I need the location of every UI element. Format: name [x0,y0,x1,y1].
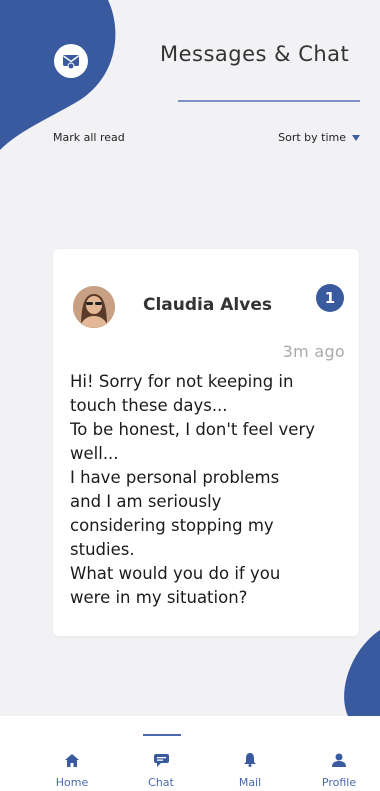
message-card[interactable]: Claudia Alves 1 3m ago Hi! Sorry for not… [53,249,359,636]
message-line: considering stopping my [70,516,274,535]
home-icon [64,752,80,768]
chat-icon [153,752,169,768]
chevron-down-icon [352,135,360,141]
bell-icon [242,752,258,768]
message-time: 3m ago [282,342,345,361]
message-line: studies. [70,540,135,559]
title-underline [178,100,360,102]
mail-notification-icon[interactable] [54,44,88,78]
unread-badge: 1 [316,284,344,312]
mark-all-read-button[interactable]: Mark all read [53,131,125,144]
message-line: were in my situation? [70,588,248,607]
nav-label-mail: Mail [238,776,262,789]
nav-item-chat[interactable]: Chat [126,716,196,791]
message-line: and I am seriously [70,492,222,511]
nav-label-profile: Profile [321,776,357,789]
message-line: Hi! Sorry for not keeping in [70,372,294,391]
nav-item-mail[interactable]: Mail [215,716,285,791]
message-line: well... [70,444,119,463]
nav-label-chat: Chat [148,776,174,789]
message-line: To be honest, I don't feel very [70,420,315,439]
sender-name: Claudia Alves [143,295,272,315]
avatar [73,286,115,328]
messages-screen: Messages & Chat Mark all read Sort by ti… [0,0,380,791]
nav-item-home[interactable]: Home [37,716,107,791]
nav-item-profile[interactable]: Profile [304,716,374,791]
message-body: Hi! Sorry for not keeping in touch these… [70,370,350,610]
bottom-nav: Home Chat Mail Profile [0,716,380,791]
message-line: I have personal problems [70,468,280,487]
nav-label-home: Home [55,776,89,789]
profile-icon [331,752,347,768]
decorative-blob-bottom [344,630,380,720]
sort-label: Sort by time [278,131,346,144]
message-line: What would you do if you [70,564,281,583]
page-title: Messages & Chat [160,42,350,66]
sort-dropdown[interactable]: Sort by time [278,131,360,144]
message-line: touch these days... [70,396,228,415]
